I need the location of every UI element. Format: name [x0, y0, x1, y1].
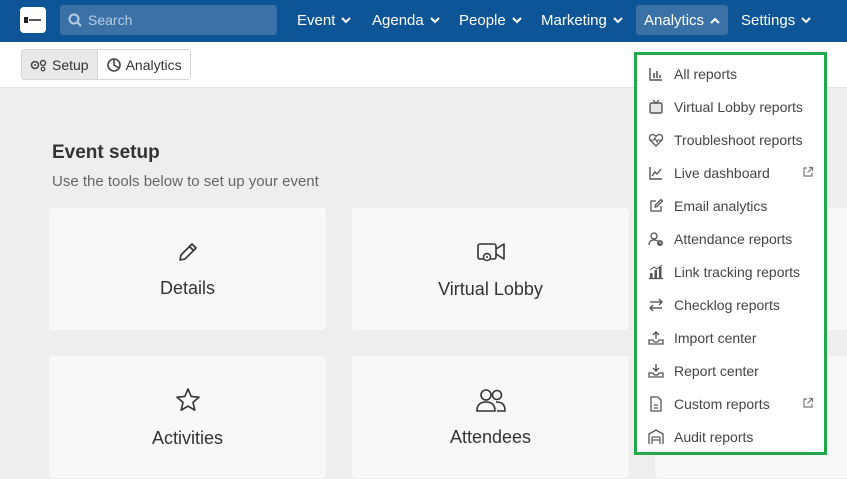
analytics-tab[interactable]: Analytics [96, 50, 190, 79]
attendees-card[interactable]: Attendees [352, 356, 629, 478]
analytics-dropdown-menu: All reports Virtual Lobby reports Troubl… [634, 52, 827, 455]
chevron-up-icon [710, 17, 720, 24]
chevron-down-icon [801, 16, 811, 23]
bar-chart-icon [649, 68, 662, 81]
view-switcher: Setup Analytics [21, 49, 191, 80]
menu-item-label: Email analytics [674, 198, 768, 214]
chevron-down-icon [613, 16, 623, 23]
nav-people-label: People [459, 11, 506, 29]
menu-item-checklog-reports[interactable]: Checklog reports [648, 293, 816, 317]
menu-item-all-reports[interactable]: All reports [648, 62, 816, 86]
menu-item-label: Link tracking reports [674, 264, 801, 280]
menu-item-report-center[interactable]: Report center [648, 359, 816, 383]
nav-agenda[interactable]: Agenda [364, 5, 448, 35]
menu-item-import-center[interactable]: Import center [648, 326, 816, 350]
search-box[interactable] [60, 5, 277, 35]
upload-icon [648, 331, 664, 345]
swap-arrows-icon [649, 298, 663, 312]
menu-item-label: Custom reports [674, 396, 770, 412]
user-clock-icon [648, 232, 663, 246]
document-icon [650, 396, 662, 412]
page-subtitle: Use the tools below to set up your event [52, 173, 319, 190]
menu-item-virtual-lobby-reports[interactable]: Virtual Lobby reports [648, 95, 816, 119]
top-navigation-bar: Event Agenda People Marketing Analytics … [0, 0, 847, 42]
details-card-label: Details [159, 277, 216, 298]
chevron-down-icon [512, 16, 522, 23]
analytics-tab-label: Analytics [125, 56, 182, 73]
nav-people[interactable]: People [451, 5, 530, 35]
menu-item-live-dashboard[interactable]: Live dashboard [648, 161, 816, 185]
nav-agenda-label: Agenda [372, 11, 424, 29]
warehouse-icon [648, 429, 664, 444]
menu-item-label: All reports [674, 66, 738, 82]
nav-analytics[interactable]: Analytics [636, 5, 729, 35]
download-icon [648, 364, 664, 378]
menu-item-link-tracking-reports[interactable]: Link tracking reports [648, 260, 816, 284]
menu-item-audit-reports[interactable]: Audit reports [648, 425, 816, 449]
virtual-lobby-card-label: Virtual Lobby [438, 278, 543, 299]
details-card[interactable]: Details [49, 208, 326, 330]
menu-item-label: Audit reports [674, 429, 754, 445]
star-icon [175, 387, 200, 411]
virtual-lobby-card[interactable]: Virtual Lobby [352, 208, 629, 330]
edit-icon [650, 198, 664, 212]
search-input[interactable] [88, 12, 268, 28]
nav-event-label: Event [297, 11, 336, 29]
menu-item-label: Import center [674, 330, 757, 346]
nav-settings[interactable]: Settings [733, 5, 819, 35]
app-logo[interactable] [20, 7, 46, 33]
pie-chart-icon [106, 57, 121, 72]
nav-event[interactable]: Event [289, 5, 359, 35]
menu-item-email-analytics[interactable]: Email analytics [648, 194, 816, 218]
chevron-down-icon [341, 16, 352, 23]
menu-item-custom-reports[interactable]: Custom reports [648, 392, 816, 416]
line-chart-icon [649, 167, 662, 180]
pencil-icon [178, 242, 197, 261]
menu-item-label: Live dashboard [674, 165, 770, 181]
users-icon [475, 388, 506, 412]
menu-item-label: Troubleshoot reports [674, 132, 803, 148]
heart-pulse-icon [648, 133, 664, 147]
menu-item-label: Virtual Lobby reports [674, 99, 803, 115]
setup-tab-label: Setup [52, 56, 89, 73]
nav-analytics-label: Analytics [644, 11, 705, 29]
gears-icon [30, 59, 47, 71]
search-icon [68, 13, 82, 27]
page-title: Event setup [52, 142, 160, 163]
tv-icon [649, 99, 663, 114]
activities-card-label: Activities [151, 427, 223, 448]
nav-marketing[interactable]: Marketing [533, 5, 631, 35]
nav-settings-label: Settings [741, 11, 796, 29]
activities-card[interactable]: Activities [49, 356, 326, 478]
attendees-card-label: Attendees [449, 426, 532, 447]
menu-item-label: Report center [674, 363, 759, 379]
video-camera-icon [476, 242, 505, 261]
chart-bars-icon [649, 264, 663, 280]
menu-item-label: Attendance reports [674, 231, 793, 247]
menu-item-attendance-reports[interactable]: Attendance reports [648, 227, 816, 251]
external-link-icon [803, 397, 814, 408]
menu-item-label: Checklog reports [674, 297, 780, 313]
menu-item-troubleshoot-reports[interactable]: Troubleshoot reports [648, 128, 816, 152]
setup-tab[interactable]: Setup [22, 50, 97, 79]
nav-marketing-label: Marketing [541, 11, 607, 29]
chevron-down-icon [430, 16, 440, 23]
external-link-icon [803, 166, 814, 177]
